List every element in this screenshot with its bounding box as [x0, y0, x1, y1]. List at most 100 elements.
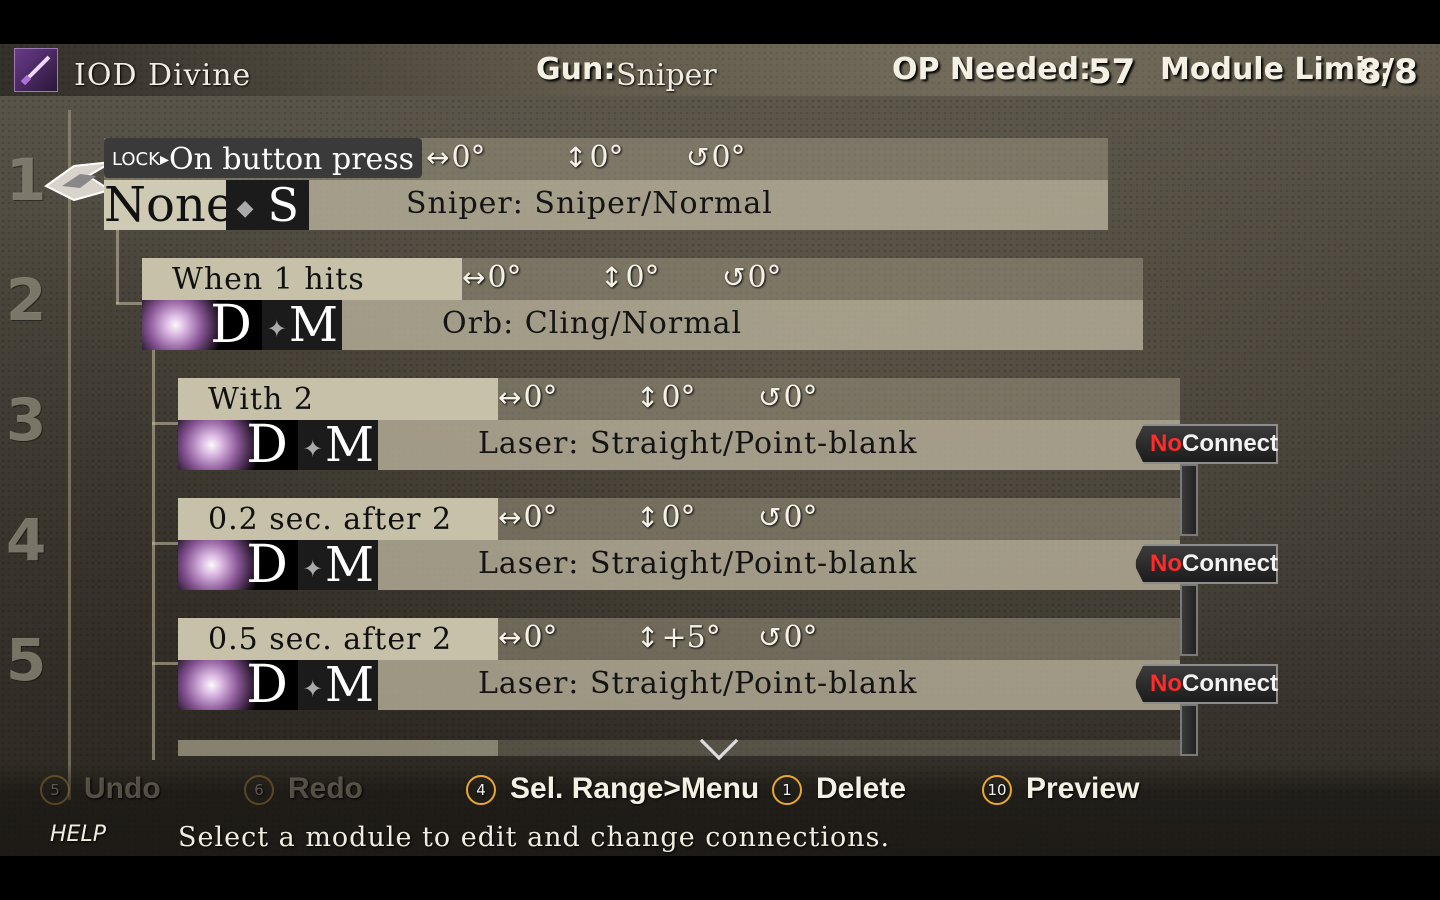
step-number: 2: [6, 266, 47, 334]
element-badge: D ✦M: [178, 539, 378, 591]
module-row[interactable]: With 2 ↔0° ↕0° ↺0° D ✦M Laser: Straight/…: [178, 378, 1180, 471]
no-connection-badge[interactable]: NoConnection: [1134, 664, 1278, 704]
step-number: 4: [6, 506, 47, 574]
size-badge: ✦M: [298, 420, 378, 470]
select-range-menu-button[interactable]: 4 Sel. Range>Menu: [466, 772, 759, 806]
horizontal-angle: ↔0°: [498, 620, 558, 655]
horizontal-angle: ↔0°: [498, 500, 558, 535]
vertical-arrow-icon: ↕: [636, 381, 660, 414]
element-badge: D ✦M: [178, 419, 378, 471]
preview-button[interactable]: 10 Preview: [982, 772, 1139, 806]
vertical-arrow-icon: ↕: [600, 261, 624, 294]
module-row-partial: [178, 740, 1180, 756]
weapon-name: IOD Divine: [74, 58, 252, 93]
element-dark: D: [178, 539, 298, 591]
connector-line: [116, 302, 142, 305]
horizontal-angle: ↔0°: [426, 140, 486, 175]
size-badge: ✦M: [298, 660, 378, 710]
rotation-icon: ↺: [758, 621, 782, 654]
op-needed-value: 57: [1088, 52, 1136, 92]
button-4-icon: 4: [466, 775, 496, 806]
vertical-angle: ↕0°: [636, 500, 696, 535]
element-dark: D: [142, 299, 262, 351]
trigger-label[interactable]: 0.5 sec. after 2: [178, 618, 498, 660]
button-6-icon: 6: [244, 775, 274, 806]
step-number: 3: [6, 386, 47, 454]
connection-port: [1180, 584, 1198, 656]
horizontal-angle: ↔0°: [462, 260, 522, 295]
rotation-angle: ↺0°: [758, 500, 818, 535]
gun-value: Sniper: [616, 58, 717, 93]
connector-line: [152, 662, 178, 665]
module-row[interactable]: 0.5 sec. after 2 ↔0° ↕+5° ↺0° D ✦M Laser…: [178, 618, 1180, 711]
connection-port: [1180, 464, 1198, 536]
horizontal-arrow-icon: ↔: [462, 261, 486, 294]
module-row[interactable]: LOCK▸On button press ↔0° ↕0° ↺0° None ◆ S…: [104, 138, 1108, 230]
vertical-angle: ↕0°: [636, 380, 696, 415]
delete-button[interactable]: 1 Delete: [772, 772, 906, 806]
module-limit-value: 8/8: [1358, 52, 1418, 92]
step-number: 1: [6, 146, 47, 214]
vertical-arrow-icon: ↕: [636, 501, 660, 534]
element-badge: D ✦M: [142, 299, 342, 351]
rotation-angle: ↺0°: [758, 380, 818, 415]
bullet-description: Laser: Straight/Point-blank: [478, 426, 918, 461]
element-dark: D: [178, 659, 298, 711]
connector-line: [116, 228, 119, 304]
button-1-icon: 1: [772, 775, 802, 806]
button-10-icon: 10: [982, 775, 1012, 806]
size-badge: ✦M: [298, 540, 378, 590]
rotation-angle: ↺0°: [758, 620, 818, 655]
bullet-description: Sniper: Sniper/Normal: [406, 186, 773, 221]
no-connection-badge[interactable]: NoConnection: [1134, 544, 1278, 584]
element-badge: D ✦M: [178, 659, 378, 711]
redo-button[interactable]: 6 Redo: [244, 772, 363, 806]
module-limit-label: Module Limit:: [1160, 52, 1392, 87]
bullet-editor-screen: IOD Divine Gun: Sniper OP Needed: 57 Mod…: [0, 44, 1440, 856]
rotation-icon: ↺: [722, 261, 746, 294]
size-badge: ✦M: [262, 300, 342, 350]
rotation-angle: ↺0°: [686, 140, 746, 175]
rotation-angle: ↺0°: [722, 260, 782, 295]
no-connection-badge[interactable]: NoConnection: [1134, 424, 1278, 464]
module-row[interactable]: When 1 hits ↔0° ↕0° ↺0° D ✦M Orb: Cling/…: [142, 258, 1143, 351]
element-dark: D: [178, 419, 298, 471]
help-text: Select a module to edit and change conne…: [178, 822, 891, 853]
vertical-angle: ↕0°: [600, 260, 660, 295]
step-number: 5: [6, 626, 47, 694]
trigger-label[interactable]: With 2: [178, 378, 498, 420]
horizontal-arrow-icon: ↔: [498, 501, 522, 534]
connector-line: [152, 422, 178, 425]
element-none: None: [104, 177, 235, 233]
header-bar: IOD Divine Gun: Sniper OP Needed: 57 Mod…: [0, 44, 1440, 96]
op-needed-label: OP Needed:: [892, 52, 1092, 87]
undo-button[interactable]: 5 Undo: [40, 772, 161, 806]
element-badge: None ◆ S: [104, 180, 309, 230]
bullet-description: Laser: Straight/Point-blank: [478, 546, 918, 581]
rotation-icon: ↺: [758, 381, 782, 414]
bullet-description: Laser: Straight/Point-blank: [478, 666, 918, 701]
horizontal-angle: ↔0°: [498, 380, 558, 415]
help-label: HELP: [50, 822, 106, 847]
trigger-label[interactable]: LOCK▸On button press: [104, 138, 423, 178]
trigger-label[interactable]: When 1 hits: [142, 258, 462, 300]
weapon-icon: [14, 48, 58, 92]
rotation-icon: ↺: [686, 141, 710, 174]
vertical-angle: ↕0°: [564, 140, 624, 175]
connection-port: [1180, 704, 1198, 756]
lock-tag: LOCK: [112, 149, 160, 170]
rotation-icon: ↺: [758, 501, 782, 534]
size-badge: ◆ S: [226, 180, 309, 230]
trigger-label[interactable]: 0.2 sec. after 2: [178, 498, 498, 540]
vertical-angle: ↕+5°: [636, 620, 721, 655]
module-row[interactable]: 0.2 sec. after 2 ↔0° ↕0° ↺0° D ✦M Laser:…: [178, 498, 1180, 591]
connector-line: [152, 348, 155, 760]
connector-line: [152, 542, 178, 545]
bullet-description: Orb: Cling/Normal: [442, 306, 743, 341]
gun-label: Gun:: [536, 52, 616, 87]
horizontal-arrow-icon: ↔: [498, 621, 522, 654]
button-5-icon: 5: [40, 775, 70, 806]
step-guide-line: [68, 110, 71, 800]
vertical-arrow-icon: ↕: [636, 621, 660, 654]
horizontal-arrow-icon: ↔: [498, 381, 522, 414]
